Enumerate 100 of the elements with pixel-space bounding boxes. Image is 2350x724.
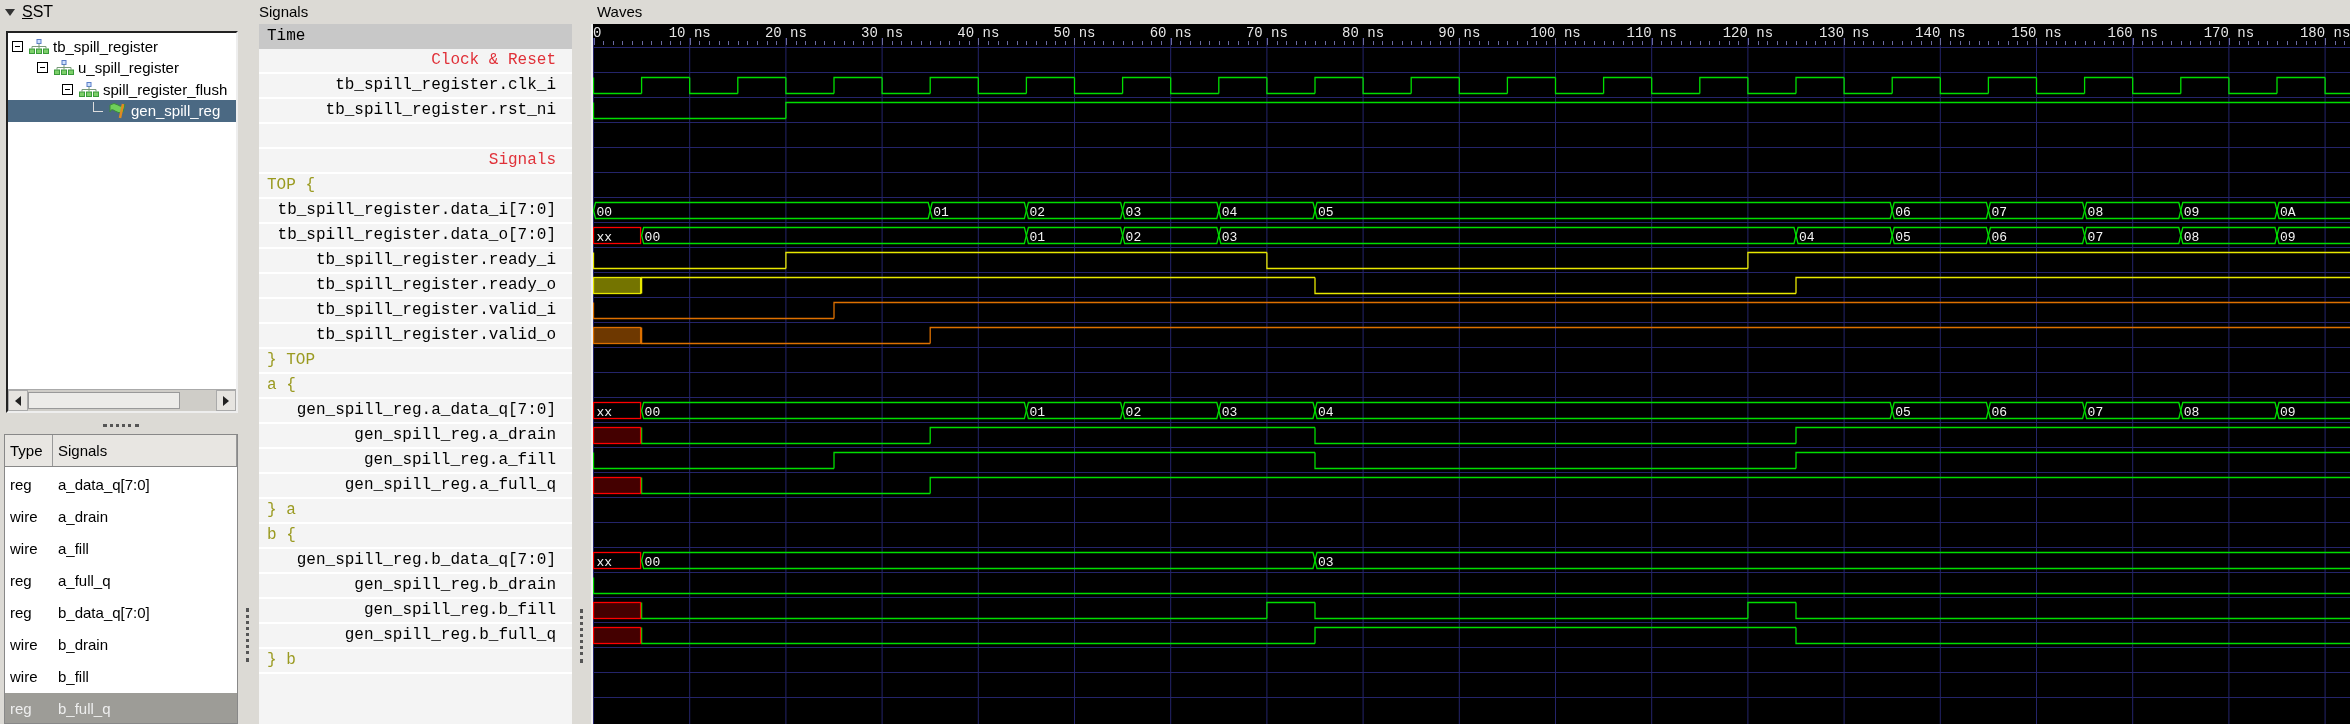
bus-value: 04 — [1799, 230, 1815, 245]
table-cell-text: reg — [9, 603, 33, 621]
bus-value: 02 — [1029, 205, 1045, 220]
time-label: 20 ns — [764, 25, 807, 41]
time-label: 110 ns — [1626, 25, 1677, 41]
collapse-icon[interactable] — [62, 83, 73, 95]
table-cell-text: b_fill — [57, 667, 89, 685]
bus-value: 04 — [1221, 205, 1238, 220]
table-cell-text: wire — [9, 539, 39, 557]
table-cell-text: a_fill — [57, 539, 89, 557]
signal-name[interactable]: tb_spill_register.ready_i — [259, 249, 572, 274]
pane-grip[interactable] — [580, 609, 584, 663]
table-row[interactable]: wire a_drain — [5, 501, 237, 531]
signal-name[interactable]: tb_spill_register.data_i[7:0] — [259, 199, 572, 224]
signal-name[interactable]: tb_spill_register.ready_o — [259, 274, 572, 299]
time-header: Time — [259, 24, 572, 49]
expand-icon[interactable] — [5, 9, 15, 17]
signal-name[interactable]: gen_spill_reg.a_full_q — [259, 474, 572, 499]
bus-value: 06 — [1895, 205, 1911, 220]
bus-value: 05 — [1895, 230, 1911, 245]
comment-label: Clock & Reset — [259, 49, 572, 74]
pane-grip[interactable] — [103, 424, 139, 428]
bus-value: 09 — [2183, 205, 2200, 220]
column-header[interactable]: Signals — [53, 435, 237, 466]
column-header[interactable]: Type — [5, 435, 53, 466]
signal-name[interactable]: tb_spill_register.data_o[7:0] — [259, 224, 572, 249]
bus-value: 04 — [1318, 405, 1334, 420]
bus-value: 09 — [2280, 230, 2296, 245]
table-cell-text: a_full_q — [57, 571, 111, 589]
bus-value: 03 — [1221, 405, 1238, 420]
table-cell-text: wire — [9, 667, 39, 685]
signal-name[interactable]: tb_spill_register.clk_i — [259, 74, 572, 99]
signal-name[interactable]: tb_spill_register.valid_o — [259, 324, 572, 349]
scroll-left-button[interactable] — [8, 390, 28, 411]
time-label: 0 — [593, 25, 602, 41]
time-label: 40 ns — [957, 25, 1000, 41]
bus-value: 00 — [644, 555, 661, 570]
collapse-icon[interactable] — [37, 62, 48, 74]
signal-name[interactable]: gen_spill_reg.a_fill — [259, 449, 572, 474]
bus-value: 02 — [1125, 230, 1142, 245]
signal-name[interactable]: gen_spill_reg.a_drain — [259, 424, 572, 449]
bus-value: 03 — [1125, 205, 1142, 220]
bus-value: 05 — [1895, 405, 1911, 420]
signal-name[interactable]: tb_spill_register.valid_i — [259, 299, 572, 324]
table-row[interactable]: reg a_full_q — [5, 565, 237, 595]
tree-item[interactable]: tb_spill_register — [8, 35, 236, 58]
table-cell-text: b_drain — [57, 635, 109, 653]
signal-name[interactable]: gen_spill_reg.a_data_q[7:0] — [259, 399, 572, 424]
bus-value: 01 — [1029, 230, 1045, 245]
table-cell-text: b_full_q — [57, 699, 111, 717]
table-row[interactable]: wire b_drain — [5, 629, 237, 659]
time-label: 90 ns — [1438, 25, 1481, 41]
signal-name[interactable]: gen_spill_reg.b_full_q — [259, 624, 572, 649]
scrollbar-thumb[interactable] — [28, 392, 181, 409]
bus-value: 08 — [2183, 230, 2200, 245]
table-cell-text: wire — [9, 635, 39, 653]
signal-name[interactable]: gen_spill_reg.b_drain — [259, 574, 572, 599]
time-label: 60 ns — [1149, 25, 1192, 41]
hierarchy-icon — [29, 38, 49, 54]
flag-icon — [109, 102, 127, 120]
table-row[interactable]: reg a_data_q[7:0] — [5, 469, 237, 499]
bus-value: 06 — [1991, 230, 2007, 245]
comment-label: Signals — [259, 149, 572, 174]
table-cell-text: reg — [9, 699, 33, 717]
time-label: 80 ns — [1342, 25, 1385, 41]
bus-value: 02 — [1125, 405, 1142, 420]
tree-item[interactable]: gen_spill_reg — [8, 100, 236, 122]
table-row[interactable]: wire b_fill — [5, 661, 237, 691]
bus-value: xx — [596, 405, 613, 420]
signal-name[interactable]: tb_spill_register.rst_ni — [259, 99, 572, 124]
table-row[interactable]: reg b_data_q[7:0] — [5, 597, 237, 627]
bus-value: xx — [596, 230, 613, 245]
hierarchy-icon — [79, 81, 99, 97]
table-cell-text: a_drain — [57, 507, 109, 525]
time-label: 50 ns — [1053, 25, 1096, 41]
bus-value: 03 — [1318, 555, 1334, 570]
tree-item[interactable]: spill_register_flush — [8, 78, 236, 101]
signal-name[interactable]: gen_spill_reg.b_data_q[7:0] — [259, 549, 572, 574]
bus-value: 08 — [2183, 405, 2200, 420]
bus-value: 01 — [1029, 405, 1045, 420]
bus-value: 07 — [2087, 405, 2104, 420]
panel-title: Signals — [258, 2, 310, 22]
signal-name[interactable]: gen_spill_reg.b_fill — [259, 599, 572, 624]
table-cell-text: reg — [9, 571, 33, 589]
table-row[interactable]: wire a_fill — [5, 533, 237, 563]
time-label: 180 ns — [2299, 25, 2350, 41]
tree-item[interactable]: u_spill_register — [8, 57, 236, 79]
panel-title: Waves — [596, 2, 644, 22]
pane-grip[interactable] — [246, 608, 250, 662]
time-label: 160 ns — [2107, 25, 2158, 41]
table-cell-text: reg — [9, 475, 33, 493]
bus-value: 07 — [1991, 205, 2007, 220]
table-cell-text: wire — [9, 507, 39, 525]
time-label: 130 ns — [1818, 25, 1870, 41]
bus-value: 06 — [1991, 405, 2007, 420]
time-label: 10 ns — [668, 25, 711, 41]
collapse-icon[interactable] — [12, 40, 23, 52]
bus-value: 07 — [2087, 230, 2104, 245]
scroll-right-button[interactable] — [216, 390, 236, 411]
time-label: 140 ns — [1915, 25, 1966, 41]
